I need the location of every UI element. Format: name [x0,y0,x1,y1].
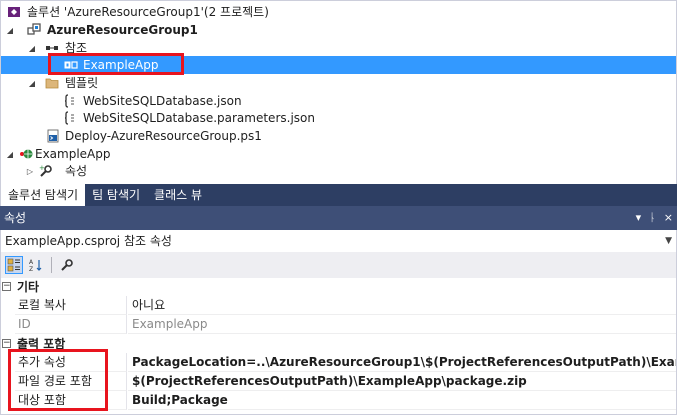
close-icon[interactable]: × [664,206,673,230]
svg-text:A: A [29,259,34,266]
properties-toolbar: AZ [0,252,677,278]
expanded-arrow-icon[interactable]: ◢ [5,25,15,35]
categorized-button[interactable] [5,256,23,274]
alphabetical-button[interactable]: AZ [27,256,45,274]
tree-item-azure-resource-group[interactable]: ◢ AzureResourceGroup1 [1,21,676,39]
property-row-include-targets[interactable]: 대상 포함 Build;Package [1,391,676,410]
property-name: 추가 속성 [15,353,127,372]
property-name: ID [15,315,127,334]
wrench-icon [61,259,73,271]
tree-item-label: ExampleApp [35,147,111,161]
tree-item-label: 템플릿 [65,76,99,90]
tree-item-exampleapp-project[interactable]: ◢ ExampleApp [1,145,676,163]
project-reference-icon [64,58,78,72]
solution-explorer-tree: 솔루션 'AzureResourceGroup1'(2 프로젝트) ◢ Azur… [0,0,677,184]
window-menu-dropdown-icon[interactable]: ▾ [636,206,642,230]
wrench-icon: + [39,164,53,178]
property-row-additional-properties[interactable]: 추가 속성 PackageLocation=..\AzureResourceGr… [1,353,676,372]
svg-text:+: + [39,164,45,172]
tree-item-label: 참조 [65,41,88,55]
expanded-arrow-icon[interactable]: ◢ [5,149,15,159]
properties-title-bar: 속성 ▾ ᚿ × [0,206,677,230]
property-name: 대상 포함 [15,391,127,410]
property-pages-button[interactable] [58,256,76,274]
web-project-icon [19,147,33,161]
json-file-icon [63,94,77,108]
expanded-arrow-icon[interactable]: ◢ [27,78,37,88]
object-selector-label: ExampleApp.csproj 참조 속성 [5,234,172,248]
property-value[interactable]: $(ProjectReferencesOutputPath)\ExampleAp… [128,372,676,391]
solution-icon [7,5,21,19]
tree-item-parameters-file[interactable]: WebSiteSQLDatabase.parameters.json [1,109,676,127]
object-selector[interactable]: ExampleApp.csproj 참조 속성 ▼ [0,230,677,252]
tool-window-tabs: 솔루션 탐색기 팀 탐색기 클래스 뷰 [0,184,677,206]
sort-alphabetical-icon: AZ [29,259,42,272]
property-grid: − 기타 로컬 복사 아니요 ID ExampleApp − 출력 포함 추가 … [0,278,677,415]
property-value[interactable]: Build;Package [128,391,676,410]
tree-item-deploy-script[interactable]: Deploy-AzureResourceGroup.ps1 [1,127,676,145]
collapsed-arrow-icon[interactable]: ▷ [25,166,35,176]
tree-item-references[interactable]: ◢ 참조 [1,39,676,57]
property-row-include-file-path[interactable]: 파일 경로 포함 $(ProjectReferencesOutputPath)\… [1,372,676,391]
collapse-icon[interactable]: − [2,339,11,348]
tree-item-properties[interactable]: ▷ + 속성 [1,162,676,180]
expanded-arrow-icon[interactable]: ◢ [27,43,37,53]
categorized-icon [7,258,20,272]
tree-item-templates[interactable]: ◢ 템플릿 [1,74,676,92]
property-row-id[interactable]: ID ExampleApp [1,315,676,334]
category-output-include[interactable]: − 출력 포함 [1,335,676,353]
powershell-file-icon [46,129,60,143]
tree-item-label: WebSiteSQLDatabase.json [83,94,242,108]
tree-item-label: WebSiteSQLDatabase.parameters.json [83,111,315,125]
chevron-down-icon[interactable]: ▼ [665,230,672,252]
tree-item-json-file[interactable]: WebSiteSQLDatabase.json [1,92,676,110]
tree-item-exampleapp-reference[interactable]: ExampleApp [1,56,676,74]
resource-group-project-icon [27,23,41,37]
property-value[interactable]: 아니요 [128,296,676,315]
tree-item-label: ExampleApp [83,58,159,72]
category-label: 출력 포함 [17,337,66,351]
tree-item-label: 속성 [65,164,88,178]
properties-title: 속성 [4,211,27,225]
tab-team-explorer[interactable]: 팀 탐색기 [85,184,147,206]
references-icon [45,41,59,55]
property-value[interactable]: PackageLocation=..\AzureResourceGroup1\$… [128,353,676,372]
tab-class-view[interactable]: 클래스 뷰 [147,184,209,206]
tree-item-label: Deploy-AzureResourceGroup.ps1 [65,129,262,143]
tree-item-label: AzureResourceGroup1 [47,23,198,37]
collapse-icon[interactable]: − [2,282,11,291]
category-misc[interactable]: − 기타 [1,278,676,296]
pin-icon[interactable]: ᚿ [649,206,656,230]
solution-label: 솔루션 'AzureResourceGroup1'(2 프로젝트) [27,5,269,19]
json-file-icon [63,111,77,125]
property-name: 파일 경로 포함 [15,372,127,391]
tree-item-solution[interactable]: 솔루션 'AzureResourceGroup1'(2 프로젝트) [1,3,676,21]
property-name: 로컬 복사 [15,296,127,315]
folder-icon [45,76,59,90]
category-label: 기타 [17,280,40,294]
tab-solution-explorer[interactable]: 솔루션 탐색기 [0,184,86,206]
property-value: ExampleApp [128,315,676,334]
svg-text:Z: Z [29,266,33,272]
toolbar-divider [51,257,52,273]
property-row-copy-local[interactable]: 로컬 복사 아니요 [1,296,676,315]
